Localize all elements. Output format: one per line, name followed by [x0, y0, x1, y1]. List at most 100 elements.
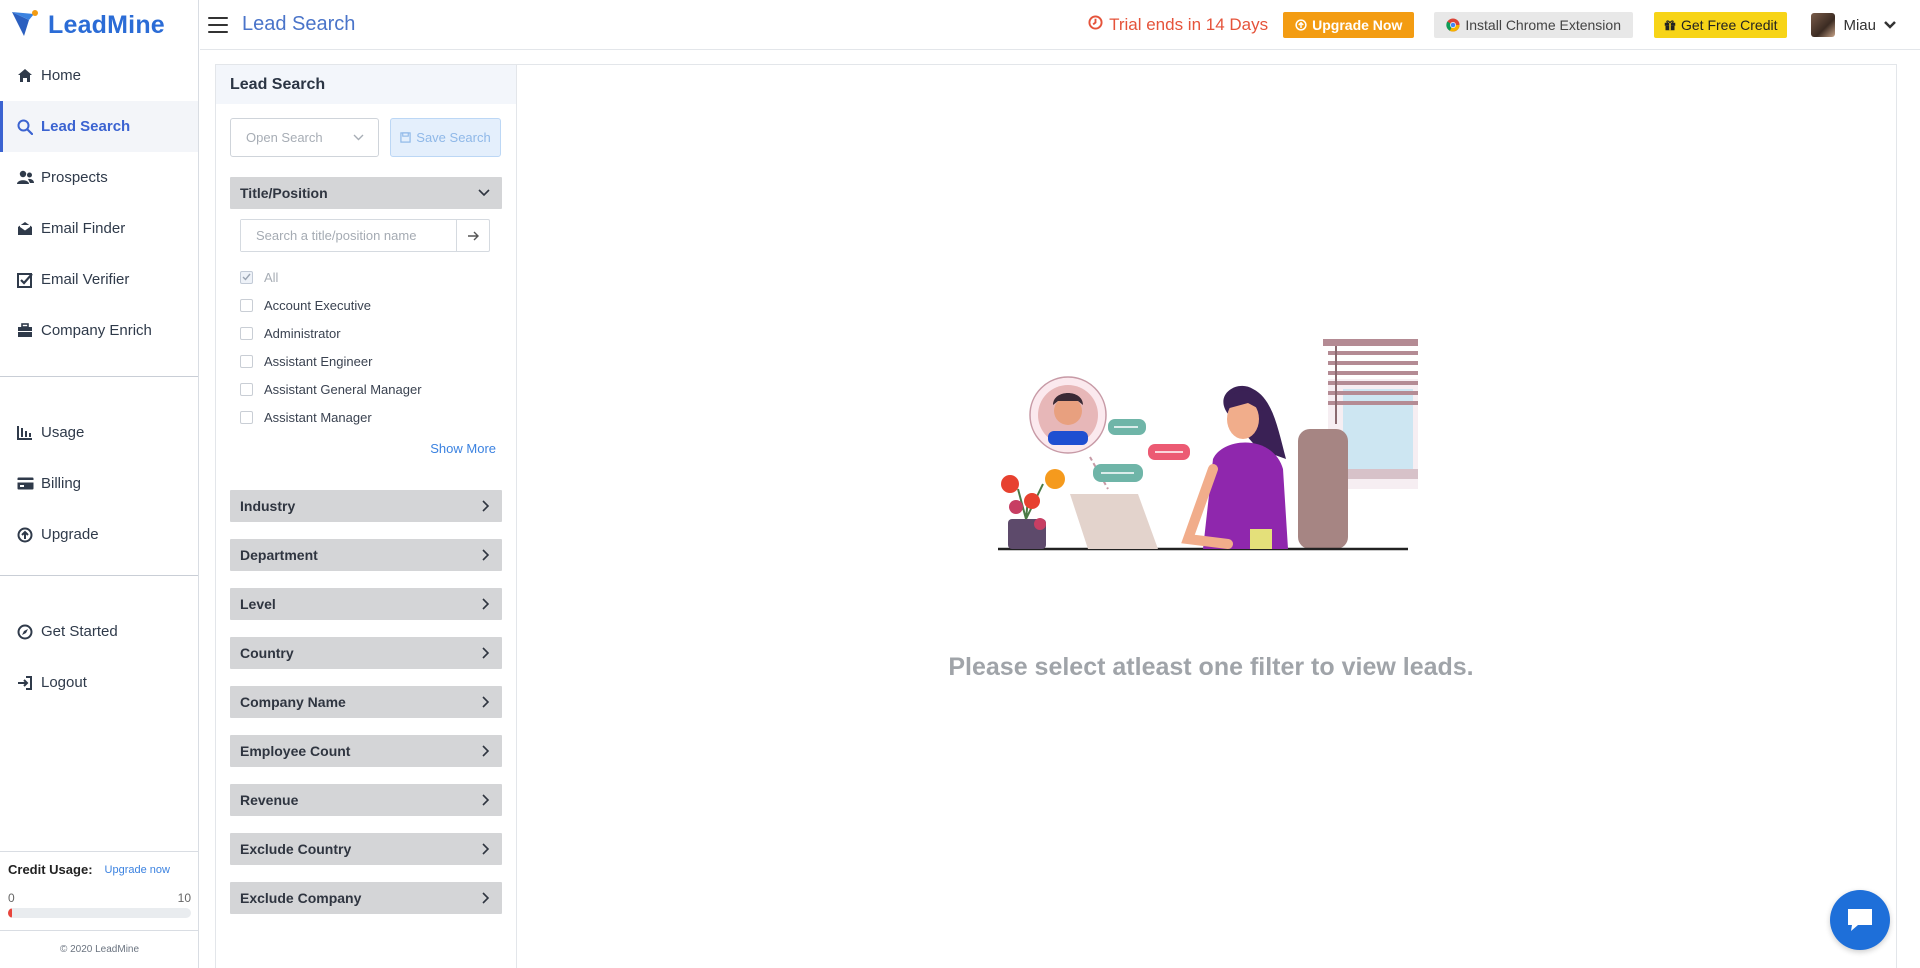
- option-label: Assistant Manager: [264, 409, 372, 425]
- credit-min: 0: [8, 891, 15, 905]
- sidebar-item-label: Upgrade: [41, 526, 99, 543]
- filter-level[interactable]: Level: [230, 588, 502, 620]
- filter-department[interactable]: Department: [230, 539, 502, 571]
- upgrade-now-link[interactable]: Upgrade now: [105, 864, 170, 876]
- option-label: Account Executive: [264, 297, 371, 313]
- envelope-open-icon: [16, 220, 34, 238]
- checkbox[interactable]: [240, 354, 253, 368]
- filter-label: Industry: [240, 498, 296, 514]
- menu-toggle-icon[interactable]: [208, 16, 228, 33]
- filters-heading: Lead Search: [216, 65, 516, 104]
- upgrade-now-button[interactable]: Upgrade Now: [1283, 12, 1415, 38]
- checkbox-checked[interactable]: [240, 270, 253, 284]
- chevron-right-icon: [482, 549, 490, 561]
- checkbox[interactable]: [240, 326, 253, 340]
- checkbox[interactable]: [240, 410, 253, 424]
- option-label: Assistant General Manager: [264, 381, 422, 397]
- user-menu[interactable]: Miau: [1811, 13, 1896, 37]
- sidebar: LeadMine Home Lead Search Prospects Emai…: [0, 0, 199, 968]
- sidebar-item-email-verifier[interactable]: Email Verifier: [0, 254, 198, 305]
- filter-industry[interactable]: Industry: [230, 490, 502, 522]
- title-search-box: [240, 219, 490, 252]
- chevron-right-icon: [482, 696, 490, 708]
- sidebar-item-prospects[interactable]: Prospects: [0, 152, 198, 203]
- filter-country[interactable]: Country: [230, 637, 502, 669]
- filter-label: Country: [240, 645, 294, 661]
- sidebar-item-label: Company Enrich: [41, 322, 152, 339]
- filter-exclude-country[interactable]: Exclude Country: [230, 833, 502, 865]
- title-option[interactable]: Assistant Manager: [240, 403, 506, 431]
- chevron-right-icon: [482, 794, 490, 806]
- sidebar-item-logout[interactable]: Logout: [0, 657, 198, 708]
- title-option[interactable]: Account Executive: [240, 291, 506, 319]
- title-search-submit[interactable]: [456, 220, 489, 251]
- title-position-filter-body: All Account Executive Administrator Assi…: [216, 209, 516, 456]
- trial-notice: Trial ends in 14 Days: [1088, 15, 1268, 35]
- filter-label: Employee Count: [240, 743, 351, 759]
- main-nav: Home Lead Search Prospects Email Finder …: [0, 50, 198, 708]
- compass-icon: [16, 623, 34, 641]
- sidebar-item-label: Get Started: [41, 623, 118, 640]
- title-option[interactable]: Assistant General Manager: [240, 375, 506, 403]
- arrow-circle-up-icon: [16, 526, 34, 544]
- credit-progress-fill: [8, 908, 12, 918]
- check-square-icon: [16, 271, 34, 289]
- save-search-button[interactable]: Save Search: [390, 118, 501, 157]
- sidebar-item-upgrade[interactable]: Upgrade: [0, 509, 198, 560]
- filter-label: Exclude Company: [240, 890, 362, 906]
- install-chrome-extension-button[interactable]: Install Chrome Extension: [1434, 12, 1633, 38]
- filter-employee-count[interactable]: Employee Count: [230, 735, 502, 767]
- arrow-right-icon: [467, 231, 479, 241]
- users-icon: [16, 169, 34, 187]
- sidebar-item-lead-search[interactable]: Lead Search: [0, 101, 198, 152]
- sidebar-item-billing[interactable]: Billing: [0, 458, 198, 509]
- open-search-placeholder: Open Search: [246, 130, 323, 145]
- chevron-right-icon: [482, 598, 490, 610]
- title-option[interactable]: Assistant Engineer: [240, 347, 506, 375]
- title-option-all[interactable]: All: [240, 263, 506, 291]
- title-option[interactable]: Administrator: [240, 319, 506, 347]
- page-title: Lead Search: [242, 13, 356, 35]
- sidebar-item-get-started[interactable]: Get Started: [0, 606, 198, 657]
- home-icon: [16, 67, 34, 85]
- search-icon: [16, 118, 34, 136]
- filter-label: Exclude Country: [240, 841, 352, 857]
- checkbox[interactable]: [240, 382, 253, 396]
- divider: [0, 575, 198, 576]
- sidebar-item-usage[interactable]: Usage: [0, 407, 198, 458]
- checkbox[interactable]: [240, 298, 253, 312]
- chevron-down-icon: [353, 134, 364, 141]
- chrome-icon: [1446, 18, 1460, 32]
- sidebar-item-label: Usage: [41, 424, 85, 441]
- credit-card-icon: [16, 475, 34, 493]
- sidebar-item-label: Billing: [41, 475, 82, 492]
- sidebar-item-company-enrich[interactable]: Company Enrich: [0, 305, 198, 356]
- avatar: [1811, 13, 1836, 37]
- filter-company-name[interactable]: Company Name: [230, 686, 502, 718]
- logo[interactable]: LeadMine: [0, 0, 198, 50]
- title-search-input[interactable]: [241, 220, 456, 251]
- filter-label: Level: [240, 596, 276, 612]
- upgrade-icon: [1295, 19, 1307, 31]
- install-chrome-extension-label: Install Chrome Extension: [1465, 17, 1621, 33]
- sidebar-item-home[interactable]: Home: [0, 50, 198, 101]
- chat-icon: [1846, 907, 1874, 933]
- copyright: © 2020 LeadMine: [0, 930, 199, 968]
- save-icon: [400, 132, 411, 143]
- logout-icon: [16, 674, 34, 692]
- show-more-link[interactable]: Show More: [240, 441, 506, 456]
- sidebar-item-email-finder[interactable]: Email Finder: [0, 203, 198, 254]
- title-position-filter-header[interactable]: Title/Position: [230, 177, 502, 209]
- chart-icon: [16, 424, 34, 442]
- get-free-credit-button[interactable]: Get Free Credit: [1654, 12, 1788, 38]
- filter-exclude-company[interactable]: Exclude Company: [230, 882, 502, 914]
- chevron-right-icon: [482, 892, 490, 904]
- chevron-right-icon: [482, 647, 490, 659]
- upgrade-now-label: Upgrade Now: [1312, 17, 1403, 33]
- open-search-select[interactable]: Open Search: [230, 118, 379, 157]
- chat-widget-button[interactable]: [1830, 890, 1890, 950]
- filter-revenue[interactable]: Revenue: [230, 784, 502, 816]
- topbar: Lead Search Trial ends in 14 Days Upgrad…: [200, 0, 1920, 50]
- title-options: All Account Executive Administrator Assi…: [240, 263, 506, 431]
- filter-label: Department: [240, 547, 318, 563]
